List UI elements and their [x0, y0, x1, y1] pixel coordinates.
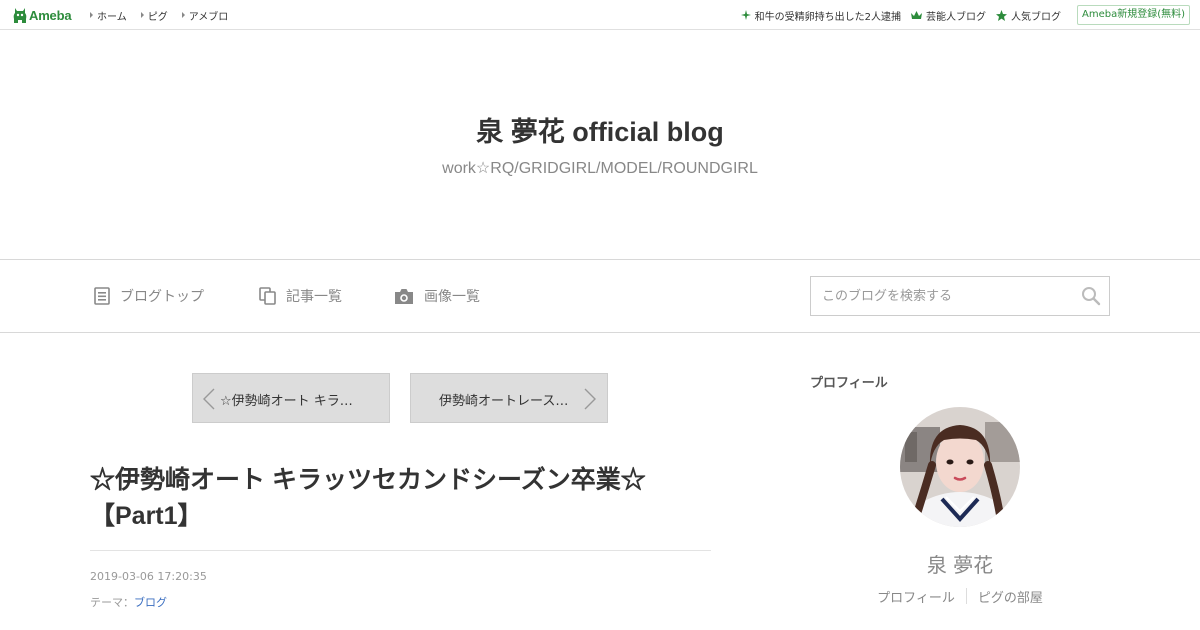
search-icon[interactable]: [1081, 286, 1101, 306]
nav-image-list[interactable]: 画像一覧: [394, 285, 480, 307]
next-entry-button[interactable]: 伊勢崎オートレース…: [410, 373, 608, 423]
global-nav: ホーム ピグ アメブロ: [90, 0, 242, 30]
avatar-photo: [900, 407, 1020, 527]
profile-avatar[interactable]: [900, 407, 1020, 527]
ameba-logo[interactable]: Ameba: [13, 6, 72, 24]
prev-entry-button[interactable]: ☆伊勢崎オート キラ…: [192, 373, 390, 423]
nav-entry-list-label: 記事一覧: [286, 289, 342, 305]
copy-icon: [259, 287, 276, 305]
blog-description: work☆RQ/GRIDGIRL/MODEL/ROUNDGIRL: [442, 160, 758, 177]
trending-news-link[interactable]: 和牛の受精卵持ち出した2人逮捕: [740, 8, 901, 23]
trending-links: 和牛の受精卵持ち出した2人逮捕 芸能人ブログ 人気ブログ: [731, 0, 1061, 30]
chevron-left-icon: [203, 388, 215, 410]
blog-nav: ブログトップ 記事一覧 画像一覧: [0, 260, 1200, 333]
entry-date: 2019-03-06 17:20:35: [90, 570, 207, 583]
global-nav-pigg-label: ピグ: [147, 11, 168, 23]
sparkle-icon: [740, 10, 751, 20]
global-nav-home[interactable]: ホーム: [90, 8, 127, 23]
profile-links: プロフィール ピグの部屋: [810, 587, 1110, 606]
entry-divider: [90, 550, 711, 551]
nav-blog-top-label: ブログトップ: [120, 289, 204, 305]
logo-text: Ameba: [29, 7, 72, 23]
star-icon: [996, 9, 1007, 21]
global-nav-pigg[interactable]: ピグ: [140, 8, 168, 23]
pigg-room-link[interactable]: ピグの部屋: [967, 587, 1054, 606]
blog-title[interactable]: 泉 夢花 official blog: [0, 110, 1200, 149]
entry-title[interactable]: ☆伊勢崎オート キラッツセカンドシーズン卒業☆【Part1】: [90, 462, 690, 534]
global-header: Ameba ホーム ピグ アメブロ 和牛の受精卵持ち出した2人逮捕 芸能人ブログ…: [0, 0, 1200, 30]
entry-theme: テーマ：ブログ: [90, 594, 167, 610]
search-input[interactable]: [811, 277, 1071, 315]
nav-entry-list[interactable]: 記事一覧: [259, 285, 342, 307]
global-nav-ameblo[interactable]: アメブロ: [181, 8, 229, 23]
global-nav-ameblo-label: アメブロ: [188, 11, 229, 23]
nav-image-list-label: 画像一覧: [424, 289, 480, 305]
popular-blog-link[interactable]: 人気ブログ: [996, 8, 1061, 23]
nav-blog-top[interactable]: ブログトップ: [94, 285, 204, 307]
global-nav-home-label: ホーム: [97, 11, 127, 23]
entry-theme-link[interactable]: ブログ: [134, 596, 167, 609]
profile-heading: プロフィール: [810, 376, 888, 391]
blog-header: 泉 夢花 official blog work☆RQ/GRIDGIRL/MODE…: [0, 30, 1200, 260]
camera-icon: [395, 288, 413, 304]
celebrity-blog-link[interactable]: 芸能人ブログ: [911, 8, 986, 23]
profile-name: 泉 夢花: [926, 553, 994, 577]
blog-search: [810, 276, 1110, 316]
crown-icon: [911, 10, 922, 19]
trending-news-label: 和牛の受精卵持ち出した2人逮捕: [754, 11, 901, 23]
celebrity-blog-label: 芸能人ブログ: [926, 11, 986, 23]
popular-blog-label: 人気ブログ: [1011, 11, 1061, 23]
profile-link[interactable]: プロフィール: [866, 587, 966, 606]
chevron-right-icon: [584, 388, 596, 410]
triangle-right-icon: [90, 12, 93, 18]
prev-entry-label: ☆伊勢崎オート キラ…: [220, 394, 353, 409]
triangle-right-icon: [140, 12, 144, 18]
triangle-right-icon: [181, 12, 185, 18]
ameba-mascot-icon: [13, 8, 27, 23]
document-icon: [94, 287, 110, 305]
register-button[interactable]: Ameba新規登録(無料): [1077, 5, 1190, 25]
entry-theme-prefix: テーマ：: [90, 596, 134, 609]
next-entry-label: 伊勢崎オートレース…: [439, 394, 569, 409]
